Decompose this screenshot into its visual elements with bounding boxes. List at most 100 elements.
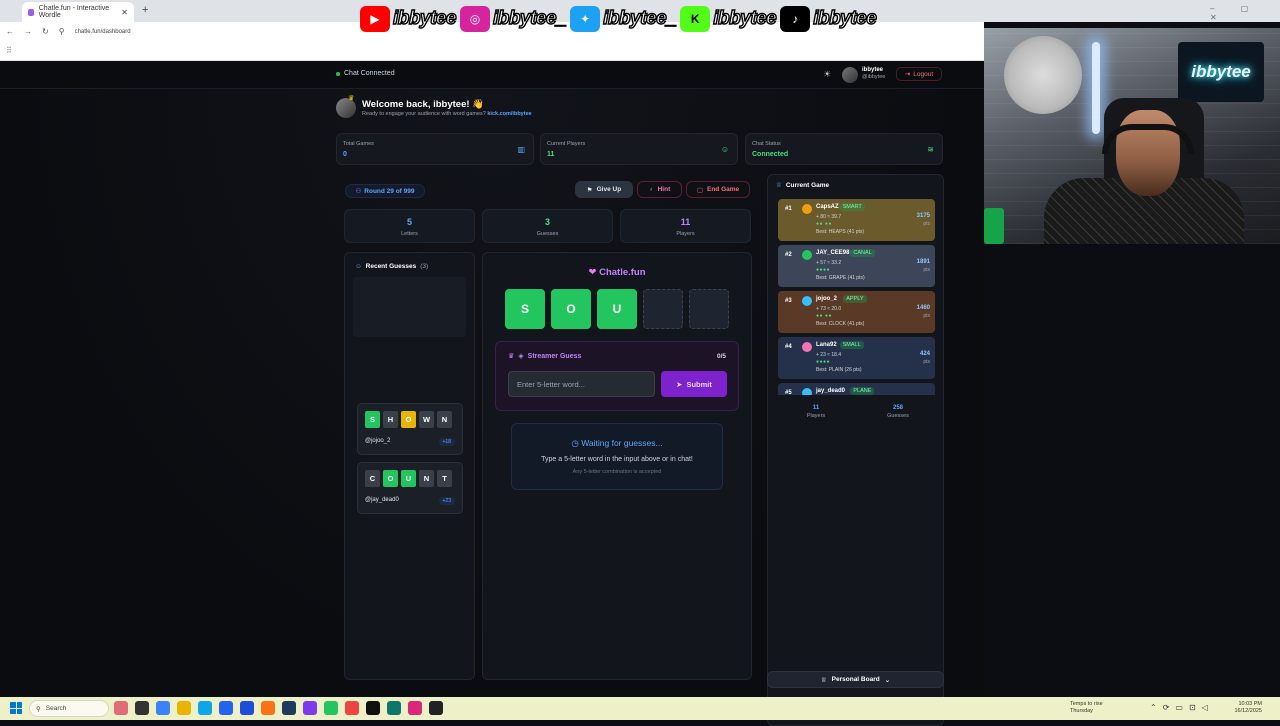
brave-icon[interactable]	[261, 701, 275, 715]
recent-guesses-count: (3)	[420, 263, 429, 270]
personal-board-label: Personal Board	[831, 676, 880, 683]
streamer-guess-count: 0/5	[716, 353, 726, 360]
personal-board-button[interactable]: ♕ Personal Board ⌄	[767, 671, 944, 688]
player-points: 424 pts	[920, 350, 930, 366]
edge-icon[interactable]	[198, 701, 212, 715]
outlook-icon[interactable]	[240, 701, 254, 715]
forward-icon[interactable]: →	[24, 27, 32, 36]
guess-tile: C	[365, 470, 380, 487]
guesses-value: 3	[544, 217, 550, 227]
player-name: jay_dead0	[816, 388, 846, 394]
guess-card: C O U N T @jay_dead0 +23	[357, 462, 463, 514]
chrome-icon[interactable]	[345, 701, 359, 715]
file-explorer-icon[interactable]	[177, 701, 191, 715]
player-points: 3175 pts	[917, 212, 930, 228]
spotify-icon[interactable]	[324, 701, 338, 715]
youtube-icon: ▶	[360, 6, 390, 32]
player-rank: #2	[785, 252, 792, 258]
end-game-button[interactable]: ▢ End Game	[686, 181, 750, 198]
leaderboard-row[interactable]: #3 jojoo_2 APPLY + 73 ≈ 20.0 ●● ●● Best: CLOC…	[778, 291, 935, 333]
player-points-unit: pts	[923, 221, 930, 227]
player-rank: #5	[785, 390, 792, 395]
tiktok-live-icon[interactable]	[408, 701, 422, 715]
board-title-text: Chatle.fun	[599, 267, 646, 278]
windows-start-icon[interactable]	[10, 702, 22, 714]
app-header	[0, 61, 984, 89]
theme-toggle-icon[interactable]: ☀	[823, 69, 831, 80]
logout-button[interactable]: ⇥ Logout	[896, 67, 942, 81]
player-points-unit: pts	[923, 267, 930, 273]
steam-icon[interactable]	[282, 701, 296, 715]
user-handle: @ibbytee	[862, 74, 886, 80]
site-info-icon[interactable]: ⚲	[59, 27, 65, 36]
discord-icon[interactable]	[303, 701, 317, 715]
obs-icon[interactable]	[366, 701, 380, 715]
player-best: Best: CLOCK (41 pts)	[816, 321, 865, 327]
guess-tile: O	[401, 411, 416, 428]
chat-status-card: Chat Status Connected ≋	[745, 133, 943, 165]
social-handle: ibbytee_	[492, 7, 567, 29]
player-progress-dots: ●● ●●	[816, 313, 832, 319]
capcut-icon[interactable]	[429, 701, 443, 715]
terminal-icon[interactable]	[387, 701, 401, 715]
url-field[interactable]: chatle.fun/dashboard	[75, 29, 131, 35]
total-games-card: Total Games 0 ▥	[336, 133, 534, 165]
guess-input[interactable]	[508, 371, 655, 397]
stop-icon: ▢	[696, 186, 703, 194]
back-icon[interactable]: ←	[6, 27, 14, 36]
player-avatar	[802, 296, 812, 306]
chat-status-value: Connected	[752, 151, 789, 158]
browser-tab[interactable]: Chatle.fun - Interactive Wordle ✕	[22, 2, 134, 22]
social-youtube: ▶ ibbytee	[360, 6, 457, 32]
answer-tile: U	[597, 289, 637, 329]
send-icon: ➤	[676, 379, 683, 389]
taskbar-clock[interactable]: 10:03 PM 16/12/2025	[1228, 701, 1262, 715]
players-value: 11	[680, 217, 691, 227]
player-points-value: 3175	[916, 213, 930, 219]
weather-widget[interactable]: Temps to rise Thursday	[1070, 701, 1103, 715]
round-label: Round 29 of 999	[364, 187, 415, 195]
chat-connection-label: Chat Connected	[344, 70, 395, 77]
close-tab-icon[interactable]: ✕	[121, 8, 128, 17]
system-tray[interactable]: ⌃⟳▭⊡◁	[1150, 703, 1214, 712]
widgets-icon[interactable]	[114, 701, 128, 715]
social-instagram: ◎ ibbytee_	[460, 6, 567, 32]
leaderboard-row[interactable]: #4 Lana92 SMALL + 23 ≈ 18.4 ●●●● Best: PLAIN …	[778, 337, 935, 379]
submit-button[interactable]: ➤ Submit	[661, 371, 727, 397]
footer-guesses-label: Guesses	[887, 413, 909, 419]
social-banner: ▶ ibbytee ◎ ibbytee_ ✦ ibbytee_ Kibbytee ♪ ibbyt…	[360, 4, 877, 34]
player-word-badge: PLANE	[850, 387, 875, 395]
taskbar-search[interactable]: ⚲ Search	[29, 700, 109, 717]
guess-placeholder	[353, 277, 466, 337]
leaderboard-row[interactable]: #5 jay_dead0 PLANE	[778, 383, 935, 395]
users-icon: ☺	[355, 263, 362, 270]
waiting-title-text: Waiting for guesses...	[581, 438, 663, 448]
task-view-icon[interactable]	[135, 701, 149, 715]
player-stats: + 80 ≈ 39.7	[816, 214, 842, 220]
leaderboard-list[interactable]: #1 CapsAZ SMART + 80 ≈ 39.7 ●● ●● Best: HEAPS…	[778, 199, 935, 395]
social-handle: ibbytee	[392, 7, 457, 29]
leaderboard-row[interactable]: #2 JAY_CEE98 CANAL + 57 ≈ 33.2 ●●●● Best: GRA…	[778, 245, 935, 287]
new-tab-button[interactable]: +	[142, 4, 148, 16]
tiktok-icon: ♪	[780, 6, 811, 32]
copilot-icon[interactable]	[156, 701, 170, 715]
apps-grid-icon[interactable]: ⠿	[6, 46, 12, 55]
leaderboard-row[interactable]: #1 CapsAZ SMART + 80 ≈ 39.7 ●● ●● Best: HEAPS…	[778, 199, 935, 241]
current-players-card: Current Players 11 ☺	[540, 133, 738, 165]
hint-button[interactable]: ♁ Hint	[637, 181, 682, 198]
player-stats: + 73 ≈ 20.0	[816, 306, 842, 312]
store-icon[interactable]	[219, 701, 233, 715]
bar-chart-icon: ▥	[517, 145, 525, 154]
player-best: Best: GRAPE (41 pts)	[816, 275, 865, 281]
kick-channel-link[interactable]: kick.com/ibbytee	[487, 111, 531, 117]
guess-tile: N	[437, 411, 452, 428]
taskbar: ⚲ Search Temps to rise Thursday ⌃⟳▭⊡◁ 10…	[0, 697, 1280, 720]
window-controls[interactable]: – ▢ ✕	[1210, 4, 1280, 22]
recent-guesses-panel: ☺ Recent Guesses (3) S H O W N @jojoo_2 +18 C O U…	[344, 252, 475, 680]
give-up-button[interactable]: ⚑ Give Up	[575, 181, 633, 198]
player-stats: + 57 ≈ 33.2	[816, 260, 842, 266]
reload-icon[interactable]: ↻	[42, 27, 49, 36]
players-label: Players	[676, 231, 695, 237]
avatar[interactable]	[842, 67, 858, 83]
guesses-label: Guesses	[536, 231, 559, 237]
